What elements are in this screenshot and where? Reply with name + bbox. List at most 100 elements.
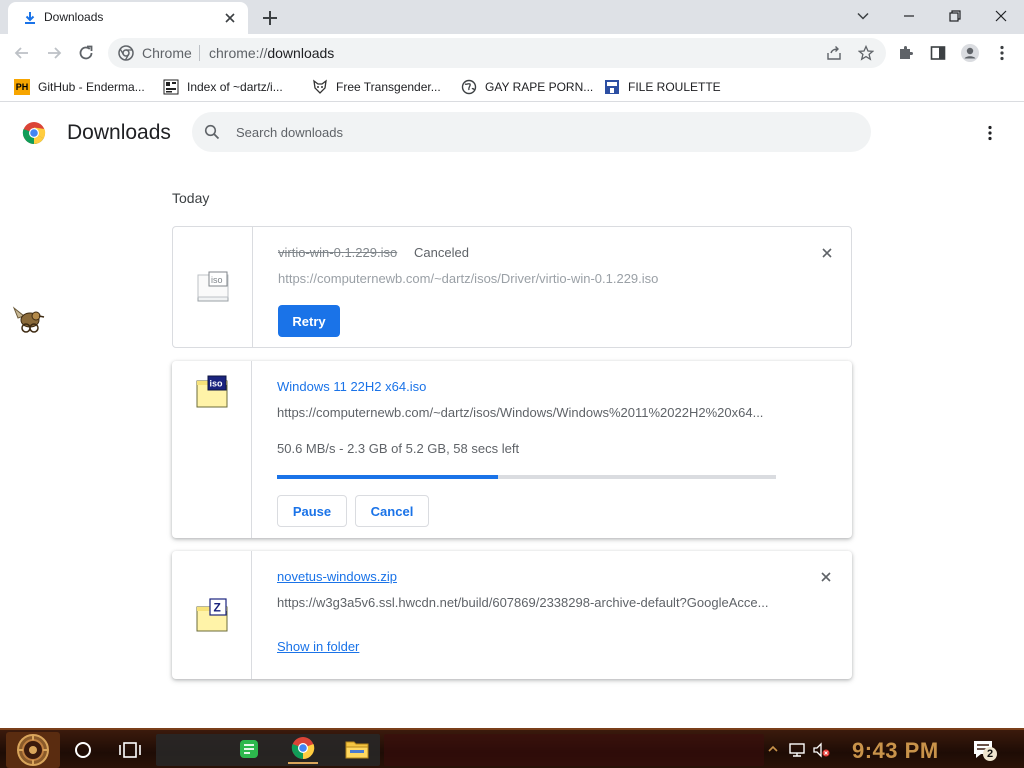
back-button[interactable] <box>8 40 36 66</box>
download-item: iso virtio-win-0.1.229.iso Canceled http… <box>172 226 852 348</box>
search-icon <box>204 124 220 140</box>
file-name-link[interactable]: Windows 11 22H2 x64.iso <box>277 379 426 394</box>
bookmark-label: Free Transgender... <box>336 80 441 94</box>
svg-text:iso: iso <box>210 379 224 389</box>
chrome-icon <box>291 737 315 760</box>
bookmark-label: Index of ~dartz/i... <box>187 80 283 94</box>
show-in-folder-link[interactable]: Show in folder <box>277 639 359 654</box>
chrome-logo-icon <box>22 122 46 144</box>
download-item: Z novetus-windows.zip https://w3g3a5v6.s… <box>172 551 852 679</box>
tab-close-icon[interactable] <box>220 8 240 28</box>
zip-file-icon: Z <box>196 598 228 632</box>
download-item: iso Windows 11 22H2 x64.iso https://comp… <box>172 361 852 538</box>
taskbar-app-chrome[interactable] <box>288 734 318 764</box>
chevron-down-icon <box>857 12 869 20</box>
progress-status: 50.6 MB/s - 2.3 GB of 5.2 GB, 58 secs le… <box>277 441 520 456</box>
bookmark-github[interactable]: PH GitHub - Enderma... <box>14 77 145 97</box>
close-window-button[interactable] <box>978 0 1024 32</box>
retry-button[interactable]: Retry <box>278 305 340 337</box>
arrow-right-icon <box>48 47 62 59</box>
desktop-pet-icon[interactable] <box>10 302 46 336</box>
taskbar-clock[interactable]: 9:43 PM <box>852 738 939 764</box>
url-text[interactable]: chrome://downloads <box>209 45 334 61</box>
close-icon <box>821 572 831 582</box>
browser-menu-button[interactable] <box>988 40 1016 66</box>
svg-text:Z: Z <box>214 601 221 615</box>
tab-search-button[interactable] <box>840 0 886 32</box>
bookmark-star-button[interactable] <box>854 41 878 65</box>
iso-file-icon: iso <box>196 375 228 408</box>
share-button[interactable] <box>822 41 846 65</box>
start-gear-icon[interactable] <box>6 732 60 768</box>
taskbar: 9:43 PM 2 <box>0 728 1024 768</box>
avatar-icon <box>961 44 979 62</box>
bookmarks-bar: PH GitHub - Enderma... Index of ~dartz/i… <box>0 72 1024 102</box>
downloads-header: Downloads <box>0 103 1024 159</box>
taskbar-app-file-explorer[interactable] <box>342 734 372 764</box>
iso-file-icon: iso <box>197 271 229 302</box>
minimize-icon <box>904 15 914 17</box>
restore-icon <box>949 10 961 22</box>
bookmark-index[interactable]: Index of ~dartz/i... <box>163 77 283 97</box>
mft-icon <box>605 80 619 94</box>
kebab-menu-icon <box>988 125 992 141</box>
reload-button[interactable] <box>72 40 100 66</box>
site-chip: Chrome <box>142 45 192 61</box>
remove-download-button[interactable] <box>817 243 837 263</box>
address-bar[interactable]: Chrome chrome://downloads <box>108 38 886 68</box>
reload-icon <box>79 45 93 60</box>
file-name-link[interactable]: novetus-windows.zip <box>277 569 397 584</box>
bookmark-label: FILE ROULETTE <box>628 80 721 94</box>
downloads-menu-button[interactable] <box>978 121 1002 145</box>
cortana-circle-icon[interactable] <box>72 739 94 761</box>
pause-button[interactable]: Pause <box>277 495 347 527</box>
file-url: https://computernewb.com/~dartz/isos/Win… <box>277 405 764 420</box>
arrow-left-icon <box>14 47 28 59</box>
puzzle-icon <box>900 46 913 59</box>
close-icon <box>995 10 1007 22</box>
search-downloads-box[interactable] <box>192 112 871 152</box>
chrome-icon <box>118 45 134 61</box>
file-icon-column: iso <box>173 227 253 347</box>
fox-icon <box>313 79 327 94</box>
search-input[interactable] <box>236 122 836 142</box>
share-icon <box>827 46 841 60</box>
omnibox-divider <box>199 45 200 61</box>
kebab-menu-icon <box>1000 45 1004 61</box>
url-path: downloads <box>267 45 335 61</box>
tab-title: Downloads <box>44 10 104 24</box>
new-tab-icon[interactable] <box>258 6 282 30</box>
notes-app-icon <box>240 740 258 758</box>
bookmark-free[interactable]: Free Transgender... <box>312 77 441 97</box>
bookmark-globe[interactable]: GAY RAPE PORN... <box>461 77 593 97</box>
network-icon[interactable] <box>788 741 806 759</box>
remove-download-button[interactable] <box>816 567 836 587</box>
svg-text:iso: iso <box>211 275 223 285</box>
directory-icon <box>163 79 179 95</box>
toolbar: Chrome chrome://downloads <box>0 34 1024 72</box>
forward-button[interactable] <box>40 40 68 66</box>
date-heading: Today <box>172 190 210 206</box>
progress-bar-fill <box>277 475 498 479</box>
task-view-icon[interactable] <box>118 739 142 761</box>
close-icon <box>822 248 832 258</box>
star-icon <box>858 45 874 61</box>
profile-button[interactable] <box>956 40 984 66</box>
file-icon-column: iso <box>172 361 252 538</box>
tab-downloads[interactable]: Downloads <box>8 2 248 34</box>
taskbar-empty-area <box>384 734 764 766</box>
side-panel-button[interactable] <box>924 40 952 66</box>
page-title: Downloads <box>67 121 171 144</box>
side-panel-icon <box>930 46 946 60</box>
tray-chevron-up-icon[interactable] <box>766 742 780 756</box>
globe-icon <box>461 79 477 95</box>
extensions-button[interactable] <box>892 40 920 66</box>
file-icon-column: Z <box>172 551 252 679</box>
taskbar-app-notes[interactable] <box>234 734 264 764</box>
minimize-button[interactable] <box>886 0 932 32</box>
bookmark-file-roulette[interactable]: FILE ROULETTE <box>604 77 721 97</box>
restore-button[interactable] <box>932 0 978 32</box>
volume-muted-icon[interactable] <box>812 741 830 759</box>
file-url: https://w3g3a5v6.ssl.hwcdn.net/build/607… <box>277 595 769 610</box>
cancel-button[interactable]: Cancel <box>355 495 429 527</box>
